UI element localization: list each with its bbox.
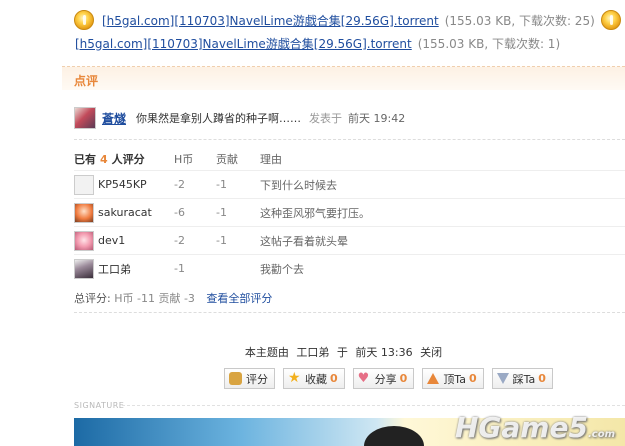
rater-name[interactable]: sakuracat bbox=[98, 206, 152, 219]
closed-mid: 于 bbox=[336, 346, 348, 359]
avatar[interactable] bbox=[74, 174, 94, 195]
avatar[interactable] bbox=[74, 258, 94, 279]
comment-section-header: 点评 bbox=[62, 66, 625, 90]
column-header-h: H币 bbox=[174, 153, 194, 166]
star-icon: ★ bbox=[288, 370, 301, 386]
reason-text: 这帖子看着就头晕 bbox=[260, 234, 348, 248]
button-count: 0 bbox=[538, 372, 546, 385]
closed-action: 关闭 bbox=[420, 346, 443, 359]
column-header-contribution: 贡献 bbox=[216, 153, 238, 166]
button-count: 0 bbox=[468, 372, 477, 385]
summary-h-coin: H币 -11 bbox=[114, 292, 155, 305]
downvote-button[interactable]: 踩Ta 0 bbox=[491, 368, 553, 389]
h-coin-value: -6 bbox=[174, 206, 185, 219]
heart-icon: ♥ bbox=[357, 371, 370, 386]
contribution-value: -1 bbox=[216, 206, 227, 219]
section-title: 点评 bbox=[74, 74, 99, 88]
attachment-link[interactable]: [h5gal.com][110703]NavelLime游戯合集[29.56G]… bbox=[102, 12, 439, 29]
signature-image: HGame5.com bbox=[74, 411, 625, 446]
post-actions: 评分 ★ 收藏 0 ♥ 分享 0 顶Ta 0 踩Ta 0 bbox=[224, 368, 553, 389]
attachment-link[interactable]: [h5gal.com][110703]NavelLime游戯合集[29.56G]… bbox=[75, 35, 412, 52]
rating-prefix: 已有 bbox=[74, 153, 96, 166]
rater-name[interactable]: dev1 bbox=[98, 234, 125, 247]
attachment-row: [h5gal.com][110703]NavelLime游戯合集[29.56G]… bbox=[75, 33, 560, 53]
button-label: 评分 bbox=[246, 372, 268, 386]
avatar[interactable] bbox=[74, 202, 94, 223]
comment-item: 蒼燧 你果然是拿别人蹲省的种子啊…… 发表于 前天 19:42 bbox=[74, 106, 405, 130]
watermark-suffix: .com bbox=[587, 429, 615, 440]
avatar[interactable] bbox=[74, 230, 94, 251]
torrent-file-icon bbox=[74, 10, 94, 30]
divider bbox=[74, 139, 625, 140]
favorite-button[interactable]: ★ 收藏 0 bbox=[283, 368, 345, 389]
rating-table-header: 已有 4 人评分 H币 贡献 理由 bbox=[74, 148, 625, 170]
rating-count: 4 bbox=[100, 152, 108, 166]
rating-table: 已有 4 人评分 H币 贡献 理由 KP545KP -2 -1 下到什么时候去 … bbox=[74, 148, 625, 282]
site-watermark: HGame5.com bbox=[455, 411, 615, 444]
contribution-value: -1 bbox=[216, 178, 227, 191]
divider bbox=[74, 312, 625, 313]
comment-time: 发表于 前天 19:42 bbox=[309, 110, 405, 126]
view-all-ratings-link[interactable]: 查看全部评分 bbox=[206, 292, 272, 305]
rate-button[interactable]: 评分 bbox=[224, 368, 275, 389]
button-label: 收藏 bbox=[305, 372, 327, 386]
attachment-meta: (155.03 KB, 下载次数: 25) bbox=[444, 13, 595, 28]
thumb-down-icon bbox=[496, 373, 509, 384]
reason-text: 这种歪风邪气要打压。 bbox=[260, 206, 370, 220]
contribution-value: -1 bbox=[216, 234, 227, 247]
rater-name[interactable]: 工口弟 bbox=[98, 261, 131, 277]
closed-time: 前天 13:36 bbox=[355, 346, 413, 359]
column-header-reason: 理由 bbox=[260, 153, 282, 166]
posted-label: 发表于 bbox=[309, 112, 343, 125]
rating-count-label: 已有 4 人评分 bbox=[74, 151, 174, 167]
summary-contribution: 贡献 -3 bbox=[158, 292, 195, 305]
closed-by-user: 工口弟 bbox=[296, 346, 330, 359]
attachment-row: [h5gal.com][110703]NavelLime游戯合集[29.56G]… bbox=[74, 10, 621, 30]
button-label: 踩Ta bbox=[512, 372, 536, 386]
share-button[interactable]: ♥ 分享 0 bbox=[352, 368, 415, 389]
table-row: sakuracat -6 -1 这种歪风邪气要打压。 bbox=[74, 198, 625, 226]
watermark-text: HGame5 bbox=[455, 411, 588, 444]
button-label: 分享 bbox=[374, 372, 397, 386]
comment-text: 你果然是拿别人蹲省的种子啊…… bbox=[136, 112, 302, 125]
divider bbox=[122, 405, 625, 406]
reason-text: 我勸个去 bbox=[260, 262, 304, 276]
torrent-file-icon bbox=[600, 10, 621, 30]
reason-text: 下到什么时候去 bbox=[260, 178, 337, 192]
avatar[interactable] bbox=[74, 107, 96, 129]
h-coin-value: -1 bbox=[174, 262, 185, 275]
button-count: 0 bbox=[330, 372, 338, 385]
closed-prefix: 本主题由 bbox=[244, 346, 289, 359]
thread-closed-notice: 本主题由 工口弟 于 前天 13:36 关闭 bbox=[62, 344, 625, 360]
table-row: 工口弟 -1 我勸个去 bbox=[74, 254, 625, 282]
upvote-button[interactable]: 顶Ta 0 bbox=[422, 368, 484, 389]
rating-summary: 总评分: H币 -11 贡献 -3 查看全部评分 bbox=[74, 290, 272, 306]
table-row: dev1 -2 -1 这帖子看着就头晕 bbox=[74, 226, 625, 254]
thumb-up-icon bbox=[427, 373, 440, 384]
h-coin-value: -2 bbox=[174, 178, 185, 191]
post-content: [h5gal.com][110703]NavelLime游戯合集[29.56G]… bbox=[62, 0, 625, 446]
signature-label: SIGNATURE bbox=[74, 401, 125, 410]
timestamp: 前天 19:42 bbox=[348, 112, 406, 125]
rating-suffix: 人评分 bbox=[111, 153, 145, 166]
button-label: 顶Ta bbox=[443, 372, 466, 386]
comment-user-link[interactable]: 蒼燧 bbox=[102, 110, 126, 127]
attachment-meta: (155.03 KB, 下载次数: 1) bbox=[417, 36, 561, 51]
summary-label: 总评分: bbox=[74, 292, 111, 305]
button-count: 0 bbox=[399, 372, 408, 385]
table-row: KP545KP -2 -1 下到什么时候去 bbox=[74, 170, 625, 198]
h-coin-value: -2 bbox=[174, 234, 185, 247]
rater-name[interactable]: KP545KP bbox=[98, 178, 147, 191]
rate-icon bbox=[229, 372, 242, 385]
